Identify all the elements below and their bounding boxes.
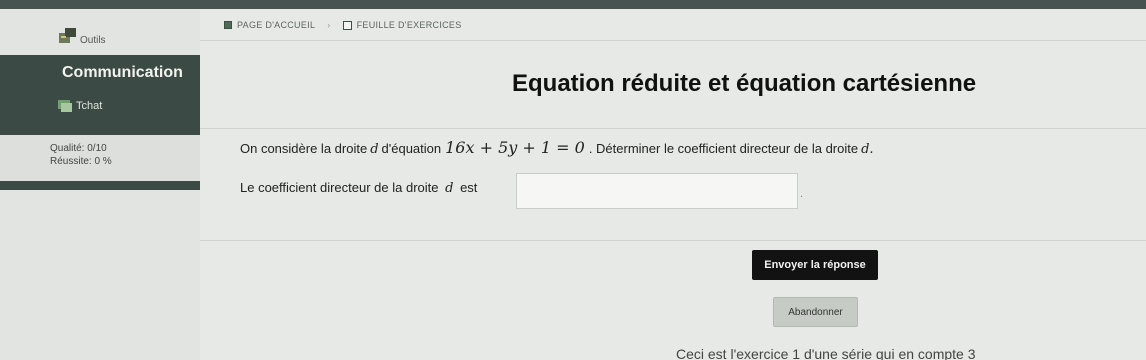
sidebar-divider bbox=[0, 181, 200, 190]
breadcrumb-home[interactable]: PAGE D'ACCUEIL bbox=[224, 20, 315, 30]
breadcrumb: PAGE D'ACCUEIL › FEUILLE D'EXERCICES bbox=[224, 20, 462, 30]
sidebar-item-chat[interactable]: Tchat bbox=[0, 95, 200, 135]
question-mid: d'équation bbox=[381, 141, 442, 156]
home-icon bbox=[224, 21, 232, 29]
breadcrumb-separator: › bbox=[327, 20, 331, 30]
tools-icon bbox=[59, 28, 76, 43]
answer-divider bbox=[200, 240, 1146, 241]
header-divider bbox=[200, 40, 1146, 41]
sidebar-item-label: Outils bbox=[80, 35, 106, 46]
top-bar bbox=[0, 0, 1146, 9]
question-text: On considère la droite d d'équation 16x … bbox=[240, 138, 874, 157]
breadcrumb-sheet[interactable]: FEUILLE D'EXERCICES bbox=[342, 20, 462, 30]
answer-prompt: Le coefficient directeur de la droite d … bbox=[240, 180, 477, 196]
page-title: Equation réduite et équation cartésienne bbox=[512, 70, 977, 97]
sidebar-section-communication: Communication bbox=[0, 55, 200, 95]
line-name: d bbox=[370, 142, 379, 157]
abandon-button[interactable]: Abandonner bbox=[773, 297, 858, 327]
sidebar-item-tools[interactable]: Outils bbox=[0, 23, 200, 57]
title-divider bbox=[200, 128, 1146, 129]
answer-label: Le coefficient directeur de la droite bbox=[240, 180, 439, 195]
line-name: d. bbox=[861, 142, 874, 157]
question-prefix: On considère la droite bbox=[240, 141, 368, 156]
exercise-progress-text: Ceci est l'exercice 1 d'une série qui en… bbox=[676, 346, 976, 360]
sidebar: Outils Communication Tchat Qualité: 0/10… bbox=[0, 9, 200, 360]
answer-suffix: est bbox=[460, 180, 478, 195]
line-name: d bbox=[445, 181, 454, 196]
sidebar-item-label: Tchat bbox=[76, 100, 103, 112]
submit-answer-button[interactable]: Envoyer la réponse bbox=[752, 250, 878, 280]
chat-icon bbox=[58, 100, 72, 112]
answer-input[interactable] bbox=[516, 173, 798, 209]
quality-score: Qualité: 0/10 bbox=[50, 143, 107, 154]
success-rate: Réussite: 0 % bbox=[50, 156, 112, 167]
sidebar-stats: Qualité: 0/10 Réussite: 0 % bbox=[0, 135, 200, 181]
breadcrumb-home-label: PAGE D'ACCUEIL bbox=[237, 20, 316, 30]
question-suffix: . Déterminer le coefficient directeur de… bbox=[588, 141, 859, 156]
answer-trailing: . bbox=[800, 188, 804, 200]
sheet-icon bbox=[342, 20, 352, 30]
sidebar-section-title: Communication bbox=[62, 64, 183, 81]
breadcrumb-sheet-label: FEUILLE D'EXERCICES bbox=[356, 20, 462, 30]
equation: 16x + 5y + 1 = 0 bbox=[445, 138, 585, 157]
